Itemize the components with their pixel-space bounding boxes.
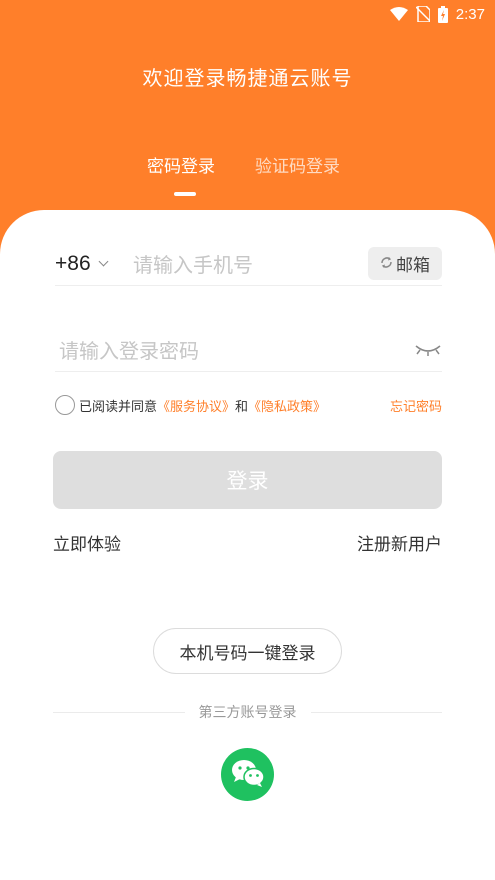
country-code-selector[interactable]: +86 (55, 252, 109, 276)
password-row (55, 330, 442, 372)
battery-charging-icon (437, 5, 448, 23)
tab-password-login[interactable]: 密码登录 (147, 152, 215, 177)
wifi-icon (389, 7, 408, 21)
login-tabs: 密码登录 验证码登录 (0, 152, 495, 202)
service-agreement-link[interactable]: 《服务协议》 (157, 396, 235, 415)
one-key-login-button[interactable]: 本机号码一键登录 (153, 628, 342, 674)
phone-input[interactable] (133, 248, 363, 282)
eye-closed-icon[interactable] (414, 340, 442, 362)
email-switch-button[interactable]: 邮箱 (368, 247, 442, 280)
try-now-link[interactable]: 立即体验 (53, 530, 121, 555)
wechat-icon (230, 758, 266, 792)
register-link[interactable]: 注册新用户 (357, 530, 442, 555)
phone-row: +86 邮箱 (55, 244, 442, 286)
login-button[interactable]: 登录 (53, 451, 442, 509)
password-input[interactable] (59, 334, 379, 368)
page-title: 欢迎登录畅捷通云账号 (142, 66, 353, 90)
chevron-down-icon (98, 256, 109, 267)
third-party-label: 第三方账号登录 (198, 705, 297, 721)
status-time: 2:37 (455, 5, 485, 23)
tab-indicator (174, 192, 196, 196)
agreement-row: 已阅读并同意 《服务协议》 和 《隐私政策》 忘记密码 (55, 393, 442, 417)
divider-line-left (53, 711, 185, 713)
tab-sms-login[interactable]: 验证码登录 (255, 152, 340, 177)
status-bar: 2:37 (0, 0, 495, 28)
no-sim-icon (415, 6, 430, 22)
agreement-prefix: 已阅读并同意 (79, 399, 158, 415)
email-label: 邮箱 (396, 256, 430, 276)
wechat-login-button[interactable] (221, 748, 274, 801)
agree-checkbox[interactable] (55, 395, 75, 415)
agreement-and: 和 (235, 399, 249, 415)
quick-actions: 立即体验 注册新用户 (53, 530, 442, 555)
divider-line-right (310, 711, 442, 713)
switch-icon (380, 254, 393, 274)
third-party-divider: 第三方账号登录 (53, 702, 442, 722)
country-code-label: +86 (55, 252, 91, 275)
forgot-password-link[interactable]: 忘记密码 (390, 396, 442, 415)
privacy-policy-link[interactable]: 《隐私政策》 (248, 396, 326, 415)
